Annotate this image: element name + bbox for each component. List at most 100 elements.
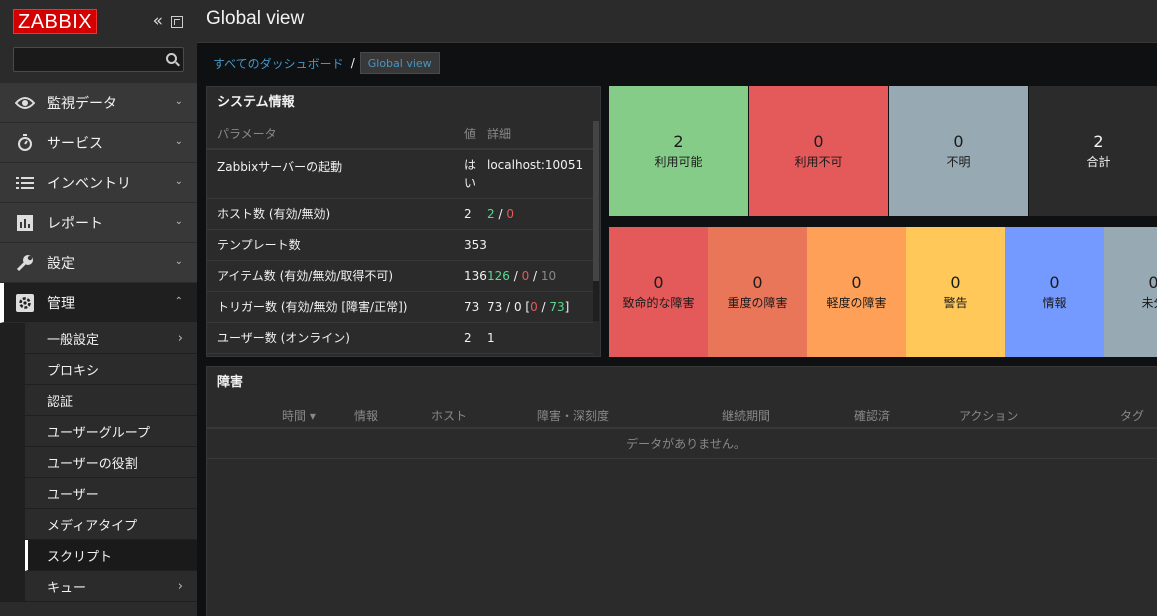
main-menu: 監視データ ⌄ サービス ⌄ インベントリ ⌄ レポート ⌄ 設定 ⌄ 管理 ⌃… (0, 83, 197, 602)
column-header-duration: 継続期間 (722, 409, 771, 423)
detail-text: 73 / 0 [ (487, 299, 531, 314)
count: 0 (653, 273, 664, 292)
page-header: Global view (197, 0, 1157, 43)
severity-not-classified[interactable]: 0 未分 (1104, 227, 1157, 357)
value-cell: 2 (454, 198, 487, 230)
search-input[interactable] (14, 48, 183, 71)
submenu-item-general[interactable]: 一般設定 › (25, 323, 197, 354)
table-row: Zabbixサーバーの起動 は い localhost:10051 (207, 149, 593, 199)
zabbix-logo[interactable]: ZABBIX (13, 9, 98, 34)
menu-item-administration[interactable]: 管理 ⌃ (0, 283, 197, 323)
chevron-up-icon: ⌃ (174, 296, 183, 307)
label: 不明 (946, 155, 971, 169)
submenu-item-authentication[interactable]: 認証 (25, 385, 197, 416)
detail-separator: / (494, 206, 507, 221)
count: 0 (1148, 273, 1157, 292)
host-availability-total[interactable]: 2 合計 (1029, 86, 1157, 216)
detail-value: 10 (540, 268, 557, 283)
sidebar: ZABBIX « 監視データ ⌄ サービス ⌄ インベントリ ⌄ レポート ⌄ … (0, 0, 197, 616)
value-cell: 136 (454, 260, 487, 292)
column-header: 詳細 (487, 119, 593, 150)
severity-information[interactable]: 0 情報 (1005, 227, 1104, 357)
detail-separator: / (509, 268, 522, 283)
submenu-item-media-types[interactable]: メディアタイプ (25, 509, 197, 540)
column-header-tags: タグ (1120, 409, 1145, 423)
submenu-label: 一般設定 (47, 332, 100, 348)
menu-item-configuration[interactable]: 設定 ⌄ (0, 243, 197, 283)
label: 致命的な障害 (622, 296, 695, 310)
stopwatch-icon (15, 133, 35, 153)
breadcrumb-separator: / (350, 56, 355, 70)
kiosk-mode-icon[interactable] (171, 15, 183, 28)
label: 利用不可 (794, 155, 843, 169)
label: 情報 (1042, 296, 1067, 310)
table-row: ユーザー数 (オンライン) 2 1 (207, 322, 593, 354)
widget-title: システム情報 (217, 95, 295, 110)
breadcrumb-all-dashboards[interactable]: すべてのダッシュボード (213, 55, 344, 72)
detail-value: 0 (506, 206, 514, 221)
menu-label: インベントリ (47, 175, 131, 192)
column-header-ack: 確認済 (854, 409, 891, 423)
admin-submenu: 一般設定 › プロキシ 認証 ユーザーグループ ユーザーの役割 ユーザー メディ… (0, 323, 197, 602)
count: 0 (1049, 273, 1060, 292)
host-availability-widget: 2 利用可能 0 利用不可 0 不明 2 合計 (609, 86, 1157, 218)
submenu-label: ユーザーの役割 (47, 456, 138, 472)
host-availability-available[interactable]: 2 利用可能 (609, 86, 749, 216)
submenu-item-users[interactable]: ユーザー (25, 478, 197, 509)
scrollbar[interactable] (593, 121, 599, 321)
menu-item-monitoring[interactable]: 監視データ ⌄ (0, 83, 197, 123)
scrollbar-thumb[interactable] (593, 121, 599, 281)
submenu-item-scripts[interactable]: スクリプト (25, 540, 197, 571)
severity-disaster[interactable]: 0 致命的な障害 (609, 227, 708, 357)
detail-cell (487, 229, 593, 261)
host-availability-unknown[interactable]: 0 不明 (889, 86, 1029, 216)
detail-separator: / (537, 299, 550, 314)
submenu-item-user-groups[interactable]: ユーザーグループ (25, 416, 197, 447)
count: 2 (1093, 132, 1104, 151)
search-field[interactable] (13, 47, 184, 72)
detail-value: 2 (487, 206, 495, 221)
param-cell: Zabbixサーバーの起動 (207, 149, 454, 199)
submenu-label: プロキシ (47, 363, 100, 379)
problems-table-header: 時間 ▾ 情報 ホスト 障害・深刻度 継続期間 確認済 アクション タグ (207, 399, 1157, 429)
eye-icon (15, 93, 35, 113)
wrench-icon (15, 253, 35, 273)
param-cell: テンプレート数 (207, 229, 454, 261)
detail-cell: 126 / 0 / 10 (487, 260, 593, 292)
submenu-item-proxies[interactable]: プロキシ (25, 354, 197, 385)
severity-warning[interactable]: 0 警告 (906, 227, 1005, 357)
param-cell: ユーザー数 (オンライン) (207, 322, 454, 354)
count: 0 (752, 273, 763, 292)
collapse-sidebar-icon[interactable]: « (153, 13, 163, 30)
logo-row: ZABBIX « (0, 0, 197, 43)
severity-average[interactable]: 0 軽度の障害 (807, 227, 906, 357)
detail-separator: / (529, 268, 541, 283)
menu-item-reports[interactable]: レポート ⌄ (0, 203, 197, 243)
param-cell: トリガー数 (有効/無効 [障害/正常]) (207, 291, 454, 323)
menu-item-services[interactable]: サービス ⌄ (0, 123, 197, 163)
label: 利用可能 (654, 155, 703, 169)
breadcrumb-current[interactable]: Global view (359, 52, 440, 74)
count: 0 (950, 273, 961, 292)
table-row: トリガー数 (有効/無効 [障害/正常]) 73 73 / 0 [0 / 73] (207, 291, 593, 323)
menu-item-inventory[interactable]: インベントリ ⌄ (0, 163, 197, 203)
system-info-widget: システム情報 パラメータ 値 詳細 Zabbixサーバーの起動 は い loca… (206, 86, 601, 357)
submenu-item-queue[interactable]: キュー › (25, 571, 197, 602)
page-title: Global view (206, 8, 305, 29)
chevron-down-icon: ⌄ (174, 96, 183, 107)
host-availability-not-available[interactable]: 0 利用不可 (749, 86, 889, 216)
menu-label: 監視データ (47, 95, 117, 112)
label: 合計 (1086, 155, 1111, 169)
detail-cell: 73 / 0 [0 / 73] (487, 291, 593, 323)
column-header: 値 (454, 119, 487, 150)
submenu-label: メディアタイプ (47, 518, 138, 534)
search-icon[interactable] (166, 53, 177, 64)
severity-high[interactable]: 0 重度の障害 (708, 227, 807, 357)
menu-label: サービス (47, 135, 103, 152)
detail-cell: 2 / 0 (487, 198, 593, 230)
column-header: パラメータ (207, 119, 454, 150)
widget-title: 障害 (217, 375, 244, 390)
submenu-item-user-roles[interactable]: ユーザーの役割 (25, 447, 197, 478)
label: 軽度の障害 (826, 296, 887, 310)
column-header-time[interactable]: 時間 ▾ (282, 407, 316, 424)
